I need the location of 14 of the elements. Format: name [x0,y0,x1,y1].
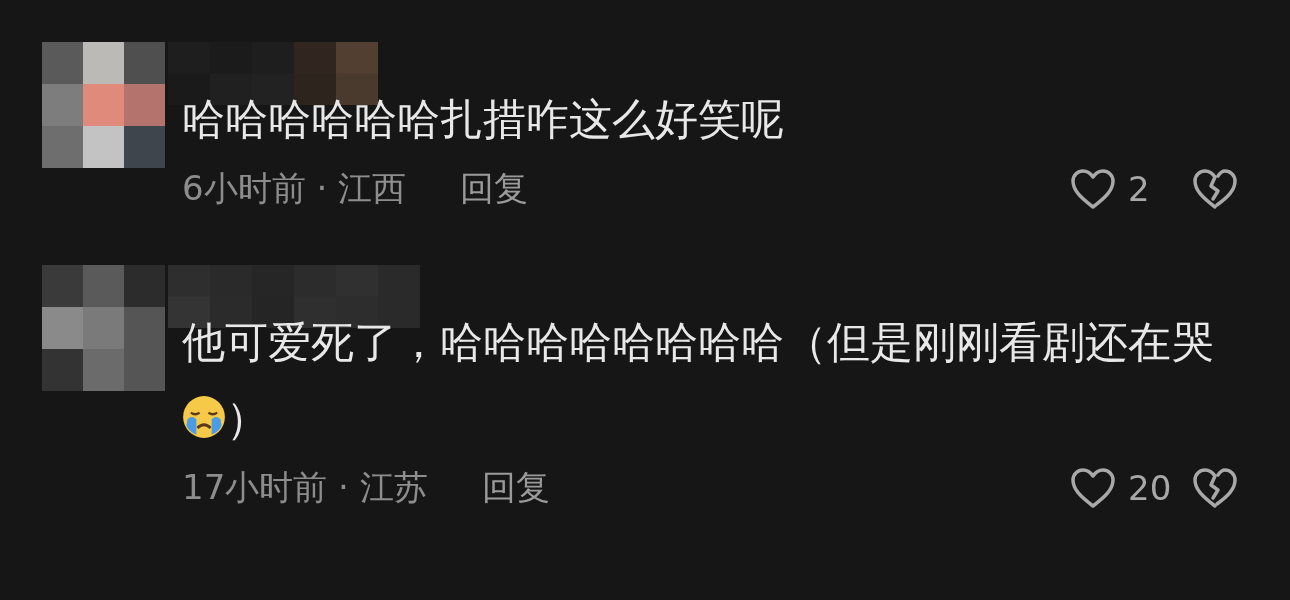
broken-heart-icon[interactable] [1192,467,1238,509]
reply-button[interactable]: 回复 [460,166,529,212]
comment-text: 哈哈哈哈哈哈扎措咋这么好笑呢 [182,94,784,144]
broken-heart-icon[interactable] [1192,168,1238,210]
comment-text: ） [226,393,269,443]
reply-button[interactable]: 回复 [481,465,550,511]
comment-text: 他可爱死了，哈哈哈哈哈哈哈哈（但是刚刚看剧还在哭 [182,317,1214,367]
heart-icon[interactable] [1070,168,1116,210]
like-count: 2 [1128,169,1151,209]
time-location: 17小时前 · 江苏 [182,466,428,509]
heart-icon[interactable] [1070,467,1116,509]
like-count: 20 [1128,468,1173,508]
time-location: 6小时前 · 江西 [182,167,407,210]
crying-face-icon [182,395,226,439]
